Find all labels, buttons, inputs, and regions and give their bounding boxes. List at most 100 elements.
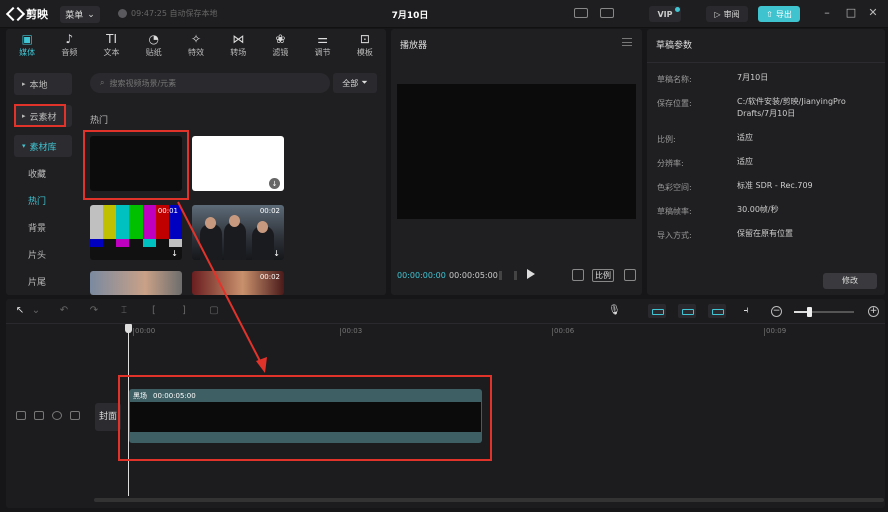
tab-label: 转场	[230, 47, 247, 57]
prop-label: 比例:	[657, 135, 676, 144]
media-sidebar: ▸ 本地 ▸ 云素材 ▾ 素材库 收藏 热门 背景 片头 片尾	[6, 65, 80, 295]
tab-audio[interactable]: ♪ 音频	[48, 29, 90, 60]
keyboard-icon[interactable]	[574, 8, 588, 18]
layout-icon[interactable]	[600, 8, 614, 18]
highlight-black-thumb	[83, 130, 189, 200]
ratio-button[interactable]: 比例	[592, 269, 614, 282]
tab-filter[interactable]: ❀ 滤镜	[259, 29, 301, 60]
horizontal-scrollbar[interactable]	[94, 498, 884, 502]
sidebar-item-hot[interactable]: 热门	[14, 189, 72, 211]
play-icon[interactable]	[527, 269, 535, 279]
tab-text[interactable]: TI 文本	[90, 29, 132, 60]
microphone-icon[interactable]: 🎙	[608, 305, 621, 317]
media-thumb-white[interactable]: ↓	[192, 136, 284, 191]
sidebar-item-library[interactable]: ▾ 素材库	[14, 135, 72, 157]
audio-icon: ♪	[65, 31, 74, 46]
timeline-toolbar: ↖ ⌄ ↶ ↷ ⌶ [ ] ▢ 🎙 ⫞ − +	[6, 299, 885, 324]
prop-value: C:/软件安装/剪映/JianyingPro Drafts/7月10日	[737, 97, 846, 118]
sidebar-item-background[interactable]: 背景	[14, 216, 72, 238]
duration-label: 00:01	[157, 207, 178, 215]
zoom-slider-handle[interactable]	[807, 307, 812, 317]
tab-adjust[interactable]: ⚌ 调节	[302, 29, 344, 60]
filter-label: 全部	[342, 78, 359, 88]
sidebar-item-intro[interactable]: 片头	[14, 243, 72, 265]
sidebar-item-label: 素材库	[29, 142, 57, 153]
split-right-icon[interactable]: ]	[178, 305, 190, 317]
section-title: 热门	[90, 116, 109, 126]
color-bars-bottom	[90, 239, 182, 247]
player-screen	[397, 84, 636, 219]
split-icon[interactable]: ⌶	[118, 305, 130, 317]
tab-effects[interactable]: ✧ 特效	[175, 29, 217, 60]
highlight-timeline-clip	[118, 375, 492, 461]
time-ruler[interactable]: 00:00 00:03 00:06 00:09	[126, 326, 885, 340]
media-thumb-face-red[interactable]: 00:02	[192, 271, 284, 295]
review-button[interactable]: ▷ 审阅	[706, 6, 748, 22]
tab-sticker[interactable]: ◔ 贴纸	[133, 29, 175, 60]
tab-media[interactable]: ▣ 媒体	[6, 29, 48, 60]
chevron-down-icon[interactable]: ⌄	[30, 305, 42, 317]
capcut-logo-icon	[8, 8, 22, 20]
tab-template[interactable]: ⊡ 模板	[344, 29, 386, 60]
sidebar-item-label: 片头	[28, 250, 47, 261]
sidebar-item-favorites[interactable]: 收藏	[14, 162, 72, 184]
vip-badge	[675, 7, 680, 12]
search-input[interactable]	[109, 78, 310, 88]
media-icon: ▣	[21, 31, 33, 46]
close-icon[interactable]: ✕	[866, 6, 880, 20]
download-icon[interactable]: ↓	[273, 249, 280, 258]
prop-value: 保留在原有位置	[737, 229, 793, 238]
playhead-handle[interactable]	[125, 324, 132, 333]
review-icon: ▷	[714, 9, 721, 19]
track-hide-icon[interactable]	[16, 411, 26, 420]
maximize-icon[interactable]: □	[844, 6, 858, 20]
linkage-icon[interactable]	[708, 304, 726, 318]
highlight-cloud-material	[14, 104, 66, 127]
tab-label: 音频	[61, 47, 78, 57]
fit-icon[interactable]	[572, 269, 584, 281]
track-visible-icon[interactable]	[52, 411, 62, 420]
sidebar-item-outro[interactable]: 片尾	[14, 270, 72, 292]
prop-value: 7月10日	[737, 73, 769, 82]
chevron-down-icon: ⌄	[87, 9, 95, 20]
export-button[interactable]: ⇧ 导出	[758, 6, 800, 22]
main-track-magnet-icon[interactable]	[648, 304, 666, 318]
preview-axis-icon[interactable]: ⫞	[740, 305, 752, 317]
sidebar-item-label: 片尾	[28, 277, 47, 288]
track-audio-icon[interactable]	[70, 411, 80, 420]
search-bar[interactable]: ⌕	[90, 73, 330, 93]
fullscreen-icon[interactable]	[624, 269, 636, 281]
prop-label: 色彩空间:	[657, 183, 692, 192]
zoom-out-icon[interactable]: −	[771, 306, 782, 317]
track-lock-icon[interactable]	[34, 411, 44, 420]
download-icon[interactable]: ↓	[171, 249, 178, 258]
menu-icon[interactable]	[622, 38, 632, 46]
title-bar: 剪映 菜单 ⌄ 09:47:25 自动保存本地 7月10日 VIP ▷ 审阅 ⇧…	[0, 0, 888, 28]
minimize-icon[interactable]: –	[820, 6, 834, 20]
media-thumb-color-bars[interactable]: 00:01 ↓	[90, 205, 182, 260]
download-icon[interactable]: ↓	[269, 178, 280, 189]
select-cursor-icon[interactable]: ↖	[14, 305, 26, 317]
undo-icon[interactable]: ↶	[58, 305, 70, 317]
tab-transition[interactable]: ⋈ 转场	[217, 29, 259, 60]
draft-properties-panel: 草稿参数 草稿名称: 7月10日 保存位置: C:/软件安装/剪映/Jianyi…	[647, 29, 885, 295]
waveform-icon[interactable]	[499, 271, 517, 280]
delete-icon[interactable]: ▢	[208, 305, 220, 317]
filter-button[interactable]: 全部 ⏷	[333, 73, 377, 93]
auto-snap-icon[interactable]	[678, 304, 696, 318]
sidebar-item-local[interactable]: ▸ 本地	[14, 73, 72, 95]
zoom-in-icon[interactable]: +	[868, 306, 879, 317]
split-left-icon[interactable]: [	[148, 305, 160, 317]
redo-icon[interactable]: ↷	[88, 305, 100, 317]
props-title: 草稿参数	[656, 41, 693, 51]
prop-value: 30.00帧/秒	[737, 205, 779, 214]
vip-button[interactable]: VIP	[649, 6, 681, 22]
zoom-slider[interactable]	[794, 307, 854, 317]
menu-button[interactable]: 菜单 ⌄	[60, 6, 100, 23]
menu-label: 菜单	[65, 11, 84, 21]
modify-button[interactable]: 修改	[823, 273, 877, 289]
check-icon	[118, 9, 127, 18]
caret-down-icon: ▾	[22, 142, 26, 150]
media-thumb-people[interactable]: 00:02 ↓	[192, 205, 284, 260]
media-thumb-face[interactable]	[90, 271, 182, 295]
